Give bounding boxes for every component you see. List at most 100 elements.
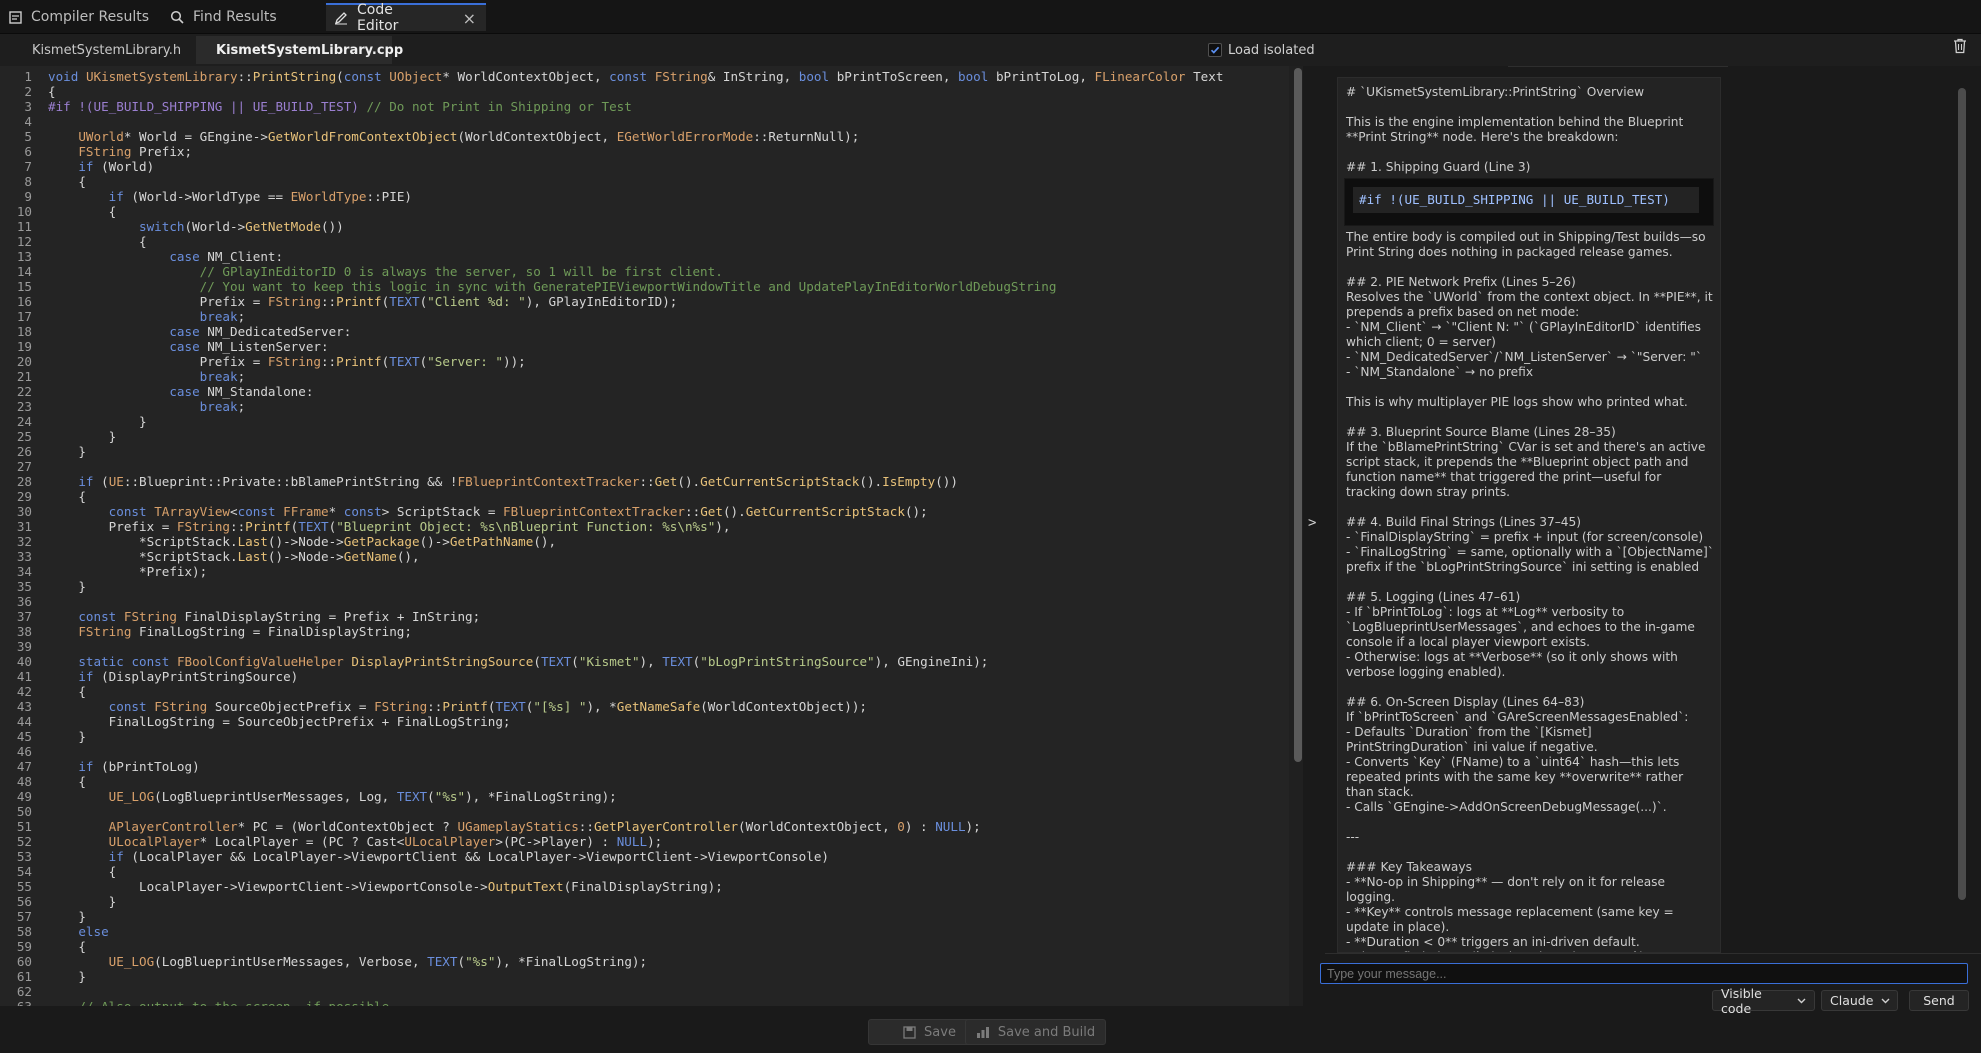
code-line[interactable]: 13 case NM_Client: xyxy=(0,249,1290,264)
code-line[interactable]: 63 // Also output to the screen, if poss… xyxy=(0,999,1290,1006)
code-line[interactable]: 31 Prefix = FString::Printf(TEXT("Bluepr… xyxy=(0,519,1290,534)
code-line[interactable]: 50 xyxy=(0,804,1290,819)
code-line[interactable]: 47 if (bPrintToLog) xyxy=(0,759,1290,774)
code-line[interactable]: 7 if (World) xyxy=(0,159,1290,174)
code-line[interactable]: 40 static const FBoolConfigValueHelper D… xyxy=(0,654,1290,669)
code-line[interactable]: 59 { xyxy=(0,939,1290,954)
code-line[interactable]: 15 // You want to keep this logic in syn… xyxy=(0,279,1290,294)
code-line[interactable]: 36 xyxy=(0,594,1290,609)
close-icon[interactable]: × xyxy=(463,9,476,28)
line-number: 28 xyxy=(16,474,32,489)
save-and-build-button[interactable]: Save and Build xyxy=(965,1019,1106,1045)
code-line[interactable]: 57 } xyxy=(0,909,1290,924)
line-number: 32 xyxy=(16,534,32,549)
code-line[interactable]: 12 { xyxy=(0,234,1290,249)
code-line[interactable]: 52 ULocalPlayer* LocalPlayer = (PC ? Cas… xyxy=(0,834,1290,849)
code-line[interactable]: 17 break; xyxy=(0,309,1290,324)
code-line[interactable]: 14 // GPlayInEditorID 0 is always the se… xyxy=(0,264,1290,279)
code-line[interactable]: 4 xyxy=(0,114,1290,129)
code-line[interactable]: 62 xyxy=(0,984,1290,999)
code-text: FString FinalLogString = FinalDisplayStr… xyxy=(78,624,412,639)
code-line[interactable]: 22 case NM_Standalone: xyxy=(0,384,1290,399)
code-line[interactable]: 49 UE_LOG(LogBlueprintUserMessages, Log,… xyxy=(0,789,1290,804)
code-line[interactable]: 1 void UKismetSystemLibrary::PrintString(… xyxy=(0,69,1290,84)
code-line[interactable]: 58 else xyxy=(0,924,1290,939)
code-text: case NM_Standalone: xyxy=(169,384,314,399)
code-line[interactable]: 26 } xyxy=(0,444,1290,459)
line-number: 41 xyxy=(16,669,32,684)
load-isolated-checkbox[interactable] xyxy=(1208,43,1222,57)
chat-paragraph: ## 3. Blueprint Source Blame (Lines 28–3… xyxy=(1346,425,1616,439)
code-line[interactable]: 43 const FString SourceObjectPrefix = FS… xyxy=(0,699,1290,714)
chat-spacer xyxy=(1346,260,1714,275)
code-line[interactable]: 44 FinalLogString = SourceObjectPrefix +… xyxy=(0,714,1290,729)
code-line[interactable]: 19 case NM_ListenServer: xyxy=(0,339,1290,354)
code-line[interactable]: 24 } xyxy=(0,414,1290,429)
code-line[interactable]: 45 } xyxy=(0,729,1290,744)
tab-find-results[interactable]: Find Results xyxy=(162,3,322,31)
code-text: if (bPrintToLog) xyxy=(78,759,200,774)
expand-arrow-icon[interactable]: > xyxy=(1308,515,1316,531)
chat-paragraph: This is why multiplayer PIE logs show wh… xyxy=(1346,395,1688,409)
code-line[interactable]: 28 if (UE::Blueprint::Private::bBlamePri… xyxy=(0,474,1290,489)
code-line[interactable]: 54 { xyxy=(0,864,1290,879)
code-line[interactable]: 39 xyxy=(0,639,1290,654)
load-isolated-toggle[interactable]: Load isolated xyxy=(1208,41,1315,59)
code-line[interactable]: 11 switch(World->GetNetMode()) xyxy=(0,219,1290,234)
tab-code-editor[interactable]: Code Editor × xyxy=(326,2,486,34)
code-line[interactable]: 56 } xyxy=(0,894,1290,909)
code-line[interactable]: 41 if (DisplayPrintStringSource) xyxy=(0,669,1290,684)
editor-scrollbar[interactable] xyxy=(1294,68,1302,762)
code-text: { xyxy=(48,84,56,99)
trash-icon[interactable] xyxy=(1950,36,1970,56)
code-line[interactable]: 34 *Prefix); xyxy=(0,564,1290,579)
chat-paragraph: - If `bPrintToLog`: logs at **Log** verb… xyxy=(1346,605,1695,649)
code-line[interactable]: 38 FString FinalLogString = FinalDisplay… xyxy=(0,624,1290,639)
message-input[interactable] xyxy=(1320,963,1968,984)
code-editor[interactable]: 1 void UKismetSystemLibrary::PrintString(… xyxy=(0,66,1296,1006)
code-line[interactable]: 16 Prefix = FString::Printf(TEXT("Client… xyxy=(0,294,1290,309)
code-line[interactable]: 51 APlayerController* PC = (WorldContext… xyxy=(0,819,1290,834)
code-lines[interactable]: 1 void UKismetSystemLibrary::PrintString(… xyxy=(0,69,1290,1006)
code-line[interactable]: 6 FString Prefix; xyxy=(0,144,1290,159)
model-dropdown[interactable]: Claude xyxy=(1821,990,1898,1011)
line-number: 9 xyxy=(24,189,32,204)
line-number: 23 xyxy=(16,399,32,414)
line-number: 36 xyxy=(16,594,32,609)
code-line[interactable]: 18 case NM_DedicatedServer: xyxy=(0,324,1290,339)
code-line[interactable]: 25 } xyxy=(0,429,1290,444)
code-line[interactable]: 35 } xyxy=(0,579,1290,594)
code-line[interactable]: 33 *ScriptStack.Last()->Node->GetName(), xyxy=(0,549,1290,564)
code-line[interactable]: 9 if (World->WorldType == EWorldType::PI… xyxy=(0,189,1290,204)
code-line[interactable]: 48 { xyxy=(0,774,1290,789)
code-line[interactable]: 5 UWorld* World = GEngine->GetWorldFromC… xyxy=(0,129,1290,144)
code-line[interactable]: 2{ xyxy=(0,84,1290,99)
code-line[interactable]: 55 LocalPlayer->ViewportClient->Viewport… xyxy=(0,879,1290,894)
code-line[interactable]: 23 break; xyxy=(0,399,1290,414)
line-number: 33 xyxy=(16,549,32,564)
file-tab-source[interactable]: KismetSystemLibrary.cpp xyxy=(196,36,403,64)
code-line[interactable]: 21 break; xyxy=(0,369,1290,384)
send-button[interactable]: Send xyxy=(1909,990,1969,1011)
code-line[interactable]: 29 { xyxy=(0,489,1290,504)
code-line[interactable]: 27 xyxy=(0,459,1290,474)
file-tab-header[interactable]: KismetSystemLibrary.h xyxy=(12,36,201,64)
code-line[interactable]: 61 } xyxy=(0,969,1290,984)
code-line[interactable]: 8 { xyxy=(0,174,1290,189)
code-line[interactable]: 37 const FString FinalDisplayString = Pr… xyxy=(0,609,1290,624)
code-line[interactable]: 32 *ScriptStack.Last()->Node->GetPackage… xyxy=(0,534,1290,549)
code-line[interactable]: 3 #if !(UE_BUILD_SHIPPING || UE_BUILD_TES… xyxy=(0,99,1290,114)
code-line[interactable]: 42 { xyxy=(0,684,1290,699)
code-line[interactable]: 46 xyxy=(0,744,1290,759)
code-line[interactable]: 53 if (LocalPlayer && LocalPlayer->Viewp… xyxy=(0,849,1290,864)
chat-scrollbar[interactable] xyxy=(1958,88,1966,900)
code-line[interactable]: 20 Prefix = FString::Printf(TEXT("Server… xyxy=(0,354,1290,369)
code-line[interactable]: 60 UE_LOG(LogBlueprintUserMessages, Verb… xyxy=(0,954,1290,969)
visibility-dropdown[interactable]: Visible code xyxy=(1712,986,1815,1016)
code-line[interactable]: 10 { xyxy=(0,204,1290,219)
code-text: if (World->WorldType == EWorldType::PIE) xyxy=(108,189,412,204)
code-line[interactable]: 30 const TArrayView<const FFrame* const>… xyxy=(0,504,1290,519)
chat-paragraph: - Converts `Key` (FName) to a `uint64` h… xyxy=(1346,755,1684,799)
tab-compiler-results[interactable]: Compiler Results xyxy=(0,3,160,31)
panel-splitter[interactable] xyxy=(1303,66,1325,1051)
